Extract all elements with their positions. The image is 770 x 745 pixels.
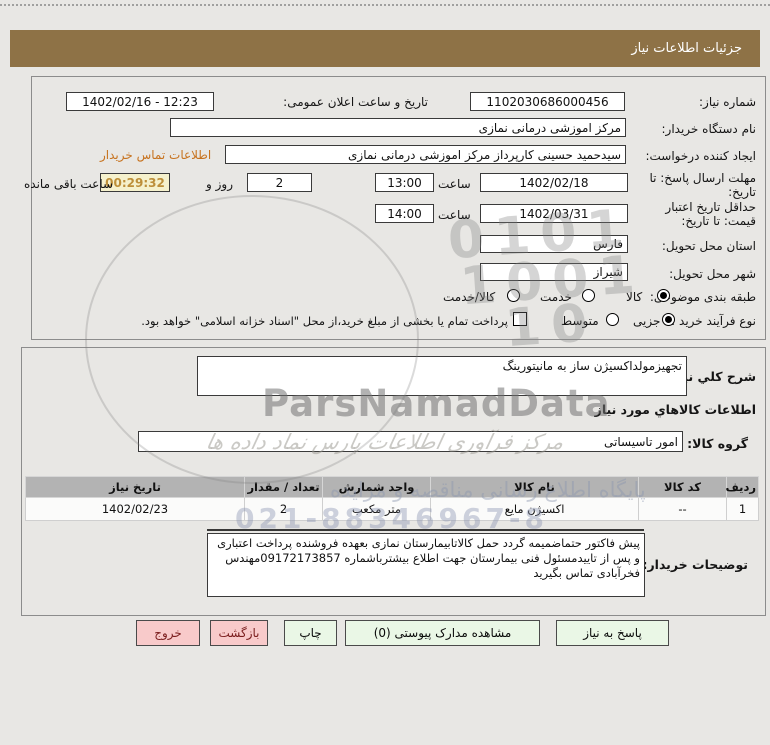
goods-table-header-row: ردیف کد کالا نام کالا واحد شمارش تعداد /… <box>25 476 759 498</box>
cell-item-code: -- <box>638 497 727 521</box>
province-label: استان محل تحویل: <box>661 239 756 253</box>
col-unit: واحد شمارش <box>322 476 431 498</box>
deadline-time-field[interactable]: 13:00 <box>375 173 434 192</box>
deadline-label: مهلت ارسال پاسخ: تا تاریخ: <box>649 171 756 199</box>
buyer-notes-label: توضیحات خریدار: <box>642 557 748 572</box>
remaining-days-field[interactable]: 2 <box>247 173 312 192</box>
treasury-checkbox[interactable] <box>513 312 527 326</box>
goods-table: ردیف کد کالا نام کالا واحد شمارش تعداد /… <box>25 476 759 521</box>
buyer-notes-field[interactable]: پیش فاکتور حتماضمیمه گردد حمل کالاتابیما… <box>207 533 645 597</box>
radio-service-label: خدمت <box>540 290 572 304</box>
radio-minor[interactable] <box>662 313 675 326</box>
col-quantity: تعداد / مقدار <box>244 476 323 498</box>
col-item-name: نام کالا <box>430 476 639 498</box>
validity-date-field[interactable]: 1402/03/31 <box>480 204 628 223</box>
radio-medium-label: متوسط <box>561 314 599 328</box>
col-need-date: تاریخ نیاز <box>25 476 245 498</box>
view-attachments-button[interactable]: مشاهده مدارک پیوستی (0) <box>345 620 540 646</box>
days-and-label: روز و <box>206 177 233 191</box>
cell-row-number: 1 <box>726 497 759 521</box>
page-title: جزئیات اطلاعات نیاز <box>631 41 742 56</box>
announce-datetime-field[interactable]: 1402/02/16 - 12:23 <box>66 92 214 111</box>
buyer-org-label: نام دستگاه خریدار: <box>661 122 757 136</box>
province-field[interactable]: فارس <box>480 235 628 253</box>
back-button[interactable]: بازگشت <box>210 620 268 646</box>
treasury-checkbox-label: پرداخت تمام یا بخشی از مبلغ خرید،از محل … <box>141 314 508 328</box>
city-label: شهر محل تحویل: <box>669 267 756 281</box>
goods-section-title: اطلاعات کالاهاي مورد نیاز <box>594 402 756 417</box>
cell-item-name: اکسیژن مایع <box>430 497 639 521</box>
radio-goods-label: کالا <box>626 290 643 304</box>
creator-label: ایجاد کننده درخواست: <box>645 149 756 163</box>
announce-datetime-label: تاریخ و ساعت اعلان عمومی: <box>283 95 428 109</box>
buyer-contact-link[interactable]: اطلاعات تماس خریدار <box>100 148 211 162</box>
validity-hour-label: ساعت <box>438 208 471 222</box>
need-details-page: جزئیات اطلاعات نیاز شماره نیاز: 11020306… <box>0 0 770 745</box>
creator-field[interactable]: سیدحمید حسینی کارپرداز مرکز اموزشی درمان… <box>225 145 626 164</box>
radio-minor-label: جزیی <box>633 314 661 328</box>
need-number-label: شماره نیاز: <box>699 95 756 109</box>
cell-unit: متر مکعب <box>322 497 431 521</box>
exit-button[interactable]: خروج <box>136 620 200 646</box>
need-description-field[interactable]: تجهیزمولداکسیژن ساز به مانیتورینگ <box>197 356 687 396</box>
reply-to-need-button[interactable]: پاسخ به نیاز <box>556 620 669 646</box>
page-title-bar: جزئیات اطلاعات نیاز <box>10 30 760 67</box>
radio-goods-service-label: کالا/خدمت <box>443 290 496 304</box>
validity-label: حداقل تاریخ اعتبار قیمت: تا تاریخ: <box>665 200 756 228</box>
radio-goods-service[interactable] <box>507 289 520 302</box>
remaining-hours-label: ساعت باقی مانده <box>24 177 114 191</box>
city-field[interactable]: شیراز <box>480 263 628 281</box>
validity-time-field[interactable]: 14:00 <box>375 204 434 223</box>
top-dotted-divider <box>0 4 770 6</box>
buyer-org-field[interactable]: مرکز اموزشی درمانی نمازی <box>170 118 626 137</box>
col-row-number: ردیف <box>725 476 759 498</box>
radio-service[interactable] <box>582 289 595 302</box>
goods-group-field[interactable]: امور تاسیساتی <box>138 431 683 452</box>
deadline-hour-label: ساعت <box>438 177 471 191</box>
need-number-field[interactable]: 1102030686000456 <box>470 92 625 111</box>
deadline-date-field[interactable]: 1402/02/18 <box>480 173 628 192</box>
goods-table-row: 1 -- اکسیژن مایع متر مکعب 2 1402/02/23 <box>25 497 759 521</box>
process-label: نوع فرآیند خرید : <box>671 314 756 328</box>
cell-need-date: 1402/02/23 <box>25 497 245 521</box>
cell-quantity: 2 <box>244 497 323 521</box>
print-button[interactable]: چاپ <box>284 620 337 646</box>
goods-group-label: گروه کالا: <box>687 436 748 451</box>
radio-goods[interactable] <box>657 289 670 302</box>
radio-medium[interactable] <box>606 313 619 326</box>
col-item-code: کد کالا <box>638 476 727 498</box>
